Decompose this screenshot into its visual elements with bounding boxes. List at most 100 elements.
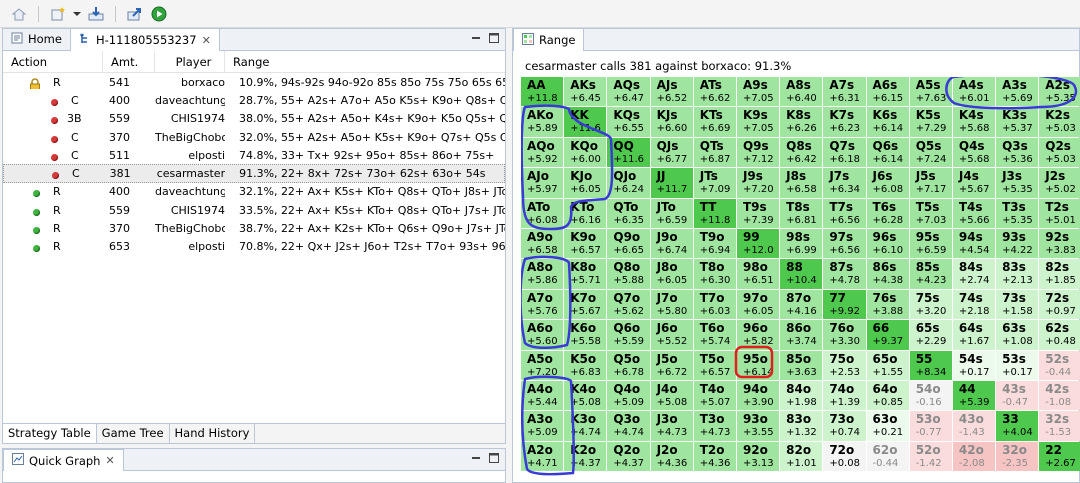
hand-cell[interactable]: J3s +5.35: [996, 168, 1039, 198]
column-header-range[interactable]: Range: [225, 51, 505, 73]
play-icon[interactable]: [150, 5, 168, 23]
hand-cell[interactable]: J2o +4.36: [650, 441, 693, 472]
hand-cell[interactable]: AJs +6.52: [650, 77, 693, 107]
hand-cell[interactable]: 33 +4.04: [996, 411, 1039, 441]
hand-cell[interactable]: 84o +1.98: [780, 380, 823, 411]
hand-cell[interactable]: 88 +10.4: [780, 259, 823, 289]
hand-cell[interactable]: 55 +8.34: [909, 350, 952, 380]
hand-cell[interactable]: 82o +1.01: [780, 441, 823, 472]
hand-cell[interactable]: 64s +1.67: [952, 320, 996, 350]
hand-cell[interactable]: AA +11.8: [521, 77, 564, 107]
hand-cell[interactable]: J7o +5.80: [650, 289, 693, 320]
hand-cell[interactable]: K7o +5.67: [564, 289, 607, 320]
hand-cell[interactable]: A3o +5.09: [521, 411, 564, 441]
hand-cell[interactable]: J3o +4.73: [650, 411, 693, 441]
hand-cell[interactable]: KQo +6.00: [564, 137, 607, 168]
hand-cell[interactable]: T5s +7.03: [909, 198, 952, 228]
hand-cell[interactable]: 84s +2.74: [952, 259, 996, 289]
hand-cell[interactable]: A5o +7.20: [521, 350, 564, 380]
hand-cell[interactable]: K9s +7.05: [736, 107, 780, 137]
tab-range[interactable]: Range: [513, 28, 585, 51]
hand-cell[interactable]: A4o +5.44: [521, 380, 564, 411]
hand-cell[interactable]: KTs +6.69: [693, 107, 736, 137]
hand-cell[interactable]: A6s +6.15: [866, 77, 909, 107]
column-header-action[interactable]: Action: [3, 50, 103, 73]
import-icon[interactable]: [87, 5, 105, 23]
hand-cell[interactable]: 77 +9.92: [823, 289, 866, 320]
hand-cell[interactable]: JTs +7.09: [693, 168, 736, 198]
hand-cell[interactable]: 75s +3.20: [909, 289, 952, 320]
hand-cell[interactable]: A8s +6.40: [780, 77, 823, 107]
hand-cell[interactable]: KQs +6.55: [607, 107, 650, 137]
hand-cell[interactable]: 76s +3.88: [866, 289, 909, 320]
hand-cell[interactable]: AJo +5.97: [521, 168, 564, 198]
hand-cell[interactable]: A7o +5.76: [521, 289, 564, 320]
hand-cell[interactable]: AQo +5.92: [521, 137, 564, 168]
hand-cell[interactable]: 42o -2.08: [952, 441, 996, 472]
hand-cell[interactable]: ATo +6.08: [521, 198, 564, 228]
tab-hand[interactable]: H-111805553237 ✕: [69, 28, 220, 51]
hand-cell[interactable]: T3s +5.35: [996, 198, 1039, 228]
hand-cell[interactable]: 44 +5.39: [952, 380, 996, 411]
hand-cell[interactable]: JTo +6.59: [650, 198, 693, 228]
hand-cell[interactable]: 83s +2.13: [996, 259, 1039, 289]
hand-cell[interactable]: 63s +1.08: [996, 320, 1039, 350]
hand-cell[interactable]: J8o +6.05: [650, 259, 693, 289]
hand-cell[interactable]: Q7s +6.18: [823, 137, 866, 168]
hand-cell[interactable]: A6o +5.60: [521, 320, 564, 350]
hand-cell[interactable]: J5o +6.72: [650, 350, 693, 380]
tab-home[interactable]: Home: [3, 28, 70, 50]
hand-cell[interactable]: QQ +11.6: [607, 137, 650, 168]
hand-cell[interactable]: J5s +7.17: [909, 168, 952, 198]
table-row[interactable]: C 370 TheBigChobo 32.0%, 55+ A2s+ A5o+ K5s+…: [3, 128, 505, 146]
hand-cell[interactable]: K4o +5.08: [564, 380, 607, 411]
hand-cell[interactable]: 95s +6.59: [909, 228, 952, 259]
hand-cell[interactable]: 62o -0.44: [866, 441, 909, 472]
hand-cell[interactable]: Q9s +7.12: [736, 137, 780, 168]
hand-cell[interactable]: T7s +6.56: [823, 198, 866, 228]
hand-cell[interactable]: AKo +5.89: [521, 107, 564, 137]
hand-cell[interactable]: 94s +4.54: [952, 228, 996, 259]
hand-cell[interactable]: 72s +0.97: [1039, 289, 1080, 320]
table-row[interactable]: R 653 elposti 70.8%, 22+ Qx+ J2s+ J6o+ T2s+…: [3, 238, 505, 256]
maximize-icon[interactable]: [489, 453, 499, 466]
hand-cell[interactable]: 62s +0.48: [1039, 320, 1080, 350]
minimize-icon[interactable]: [471, 33, 481, 46]
hand-cell[interactable]: 43o -1.43: [952, 411, 996, 441]
hand-cell[interactable]: J7s +6.34: [823, 168, 866, 198]
hand-cell[interactable]: Q9o +6.65: [607, 228, 650, 259]
hand-cell[interactable]: J2s +5.02: [1039, 168, 1080, 198]
hand-cell[interactable]: K7s +6.23: [823, 107, 866, 137]
hand-cell[interactable]: T6o +5.74: [693, 320, 736, 350]
hand-cell[interactable]: 22 +2.67: [1039, 441, 1080, 472]
hand-cell[interactable]: T4o +5.07: [693, 380, 736, 411]
hand-cell[interactable]: 87s +4.78: [823, 259, 866, 289]
hand-cell[interactable]: 54o -0.16: [909, 380, 952, 411]
hand-cell[interactable]: A9s +7.05: [736, 77, 780, 107]
table-row[interactable]: R 370 TheBigChobo 38.7%, 22+ Ax+ K2s+ KTo+ …: [3, 219, 505, 237]
hand-cell[interactable]: K6o +5.58: [564, 320, 607, 350]
new-icon[interactable]: [49, 5, 67, 23]
hand-cell[interactable]: QTo +6.35: [607, 198, 650, 228]
hand-cell[interactable]: 65o +1.55: [866, 350, 909, 380]
hand-cell[interactable]: Q2o +4.37: [607, 441, 650, 472]
hand-cell[interactable]: T8s +6.81: [780, 198, 823, 228]
hand-cell[interactable]: Q6o +5.59: [607, 320, 650, 350]
column-header-amount[interactable]: Amt.: [103, 50, 155, 73]
hand-cell[interactable]: J8s +6.58: [780, 168, 823, 198]
hand-cell[interactable]: 86s +4.38: [866, 259, 909, 289]
hand-cell[interactable]: T9o +6.94: [693, 228, 736, 259]
hand-cell[interactable]: J9s +7.20: [736, 168, 780, 198]
hand-cell[interactable]: T6s +6.28: [866, 198, 909, 228]
hand-cell[interactable]: K8s +6.26: [780, 107, 823, 137]
hand-cell[interactable]: Q5s +7.24: [909, 137, 952, 168]
hand-cell[interactable]: 85s +4.23: [909, 259, 952, 289]
hand-cell[interactable]: 64o +0.85: [866, 380, 909, 411]
hand-cell[interactable]: 75o +2.53: [823, 350, 866, 380]
hand-cell[interactable]: 98s +6.99: [780, 228, 823, 259]
hand-cell[interactable]: T8o +6.30: [693, 259, 736, 289]
hand-cell[interactable]: 87o +4.16: [780, 289, 823, 320]
hand-cell[interactable]: 72o +0.08: [823, 441, 866, 472]
hand-cell[interactable]: T5o +6.57: [693, 350, 736, 380]
hand-cell[interactable]: Q6s +6.14: [866, 137, 909, 168]
